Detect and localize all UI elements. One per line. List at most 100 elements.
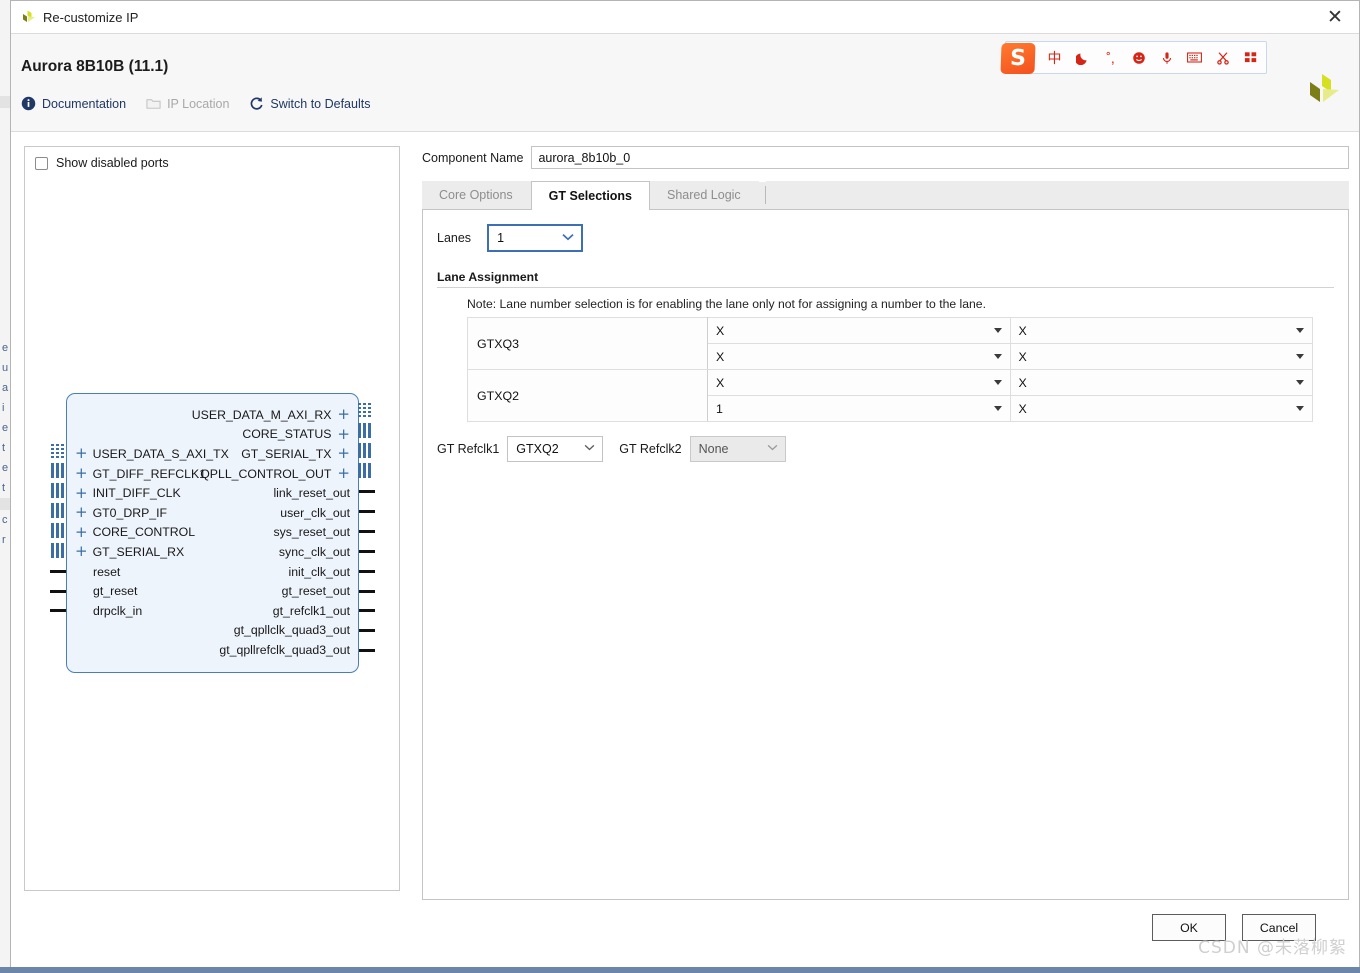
lane-cell[interactable]: X: [707, 317, 1011, 344]
lane-cell[interactable]: X: [1009, 343, 1313, 370]
documentation-link[interactable]: Documentation: [21, 96, 126, 111]
lane-select: X: [708, 370, 1010, 395]
port-left: + USER_DATA_S_AXI_TX: [75, 444, 229, 464]
page-title: Aurora 8B10B (11.1): [21, 58, 169, 75]
caret-down-icon: [993, 328, 1002, 333]
port-label: CORE_CONTROL: [92, 525, 196, 540]
xilinx-brand-logo-icon: [1301, 72, 1341, 108]
ip-symbol-block: USER_DATA_M_AXI_RX + CORE_STATUS + GT_SERI…: [66, 393, 359, 673]
lanes-value: 1: [497, 231, 505, 245]
gt-refclk1-select[interactable]: GTXQ2: [507, 436, 604, 462]
lane-value: X: [1018, 375, 1027, 390]
port-label: drpclk_in: [93, 603, 143, 618]
lane-value: X: [1018, 323, 1027, 338]
expand-plus-icon[interactable]: +: [337, 407, 350, 422]
tab-gt-selections[interactable]: GT Selections: [530, 181, 651, 210]
gt-refclk2-label: GT Refclk2: [619, 442, 682, 456]
port-label: INIT_DIFF_CLK: [92, 486, 181, 501]
bus-connector-stub: [358, 423, 373, 438]
sogou-logo-icon[interactable]: S: [1000, 43, 1036, 74]
pin-connector-stub: [359, 510, 375, 513]
expand-plus-icon[interactable]: +: [75, 446, 88, 461]
pin-connector-stub: [359, 530, 375, 533]
microphone-icon[interactable]: [1158, 49, 1175, 66]
scissors-icon[interactable]: [1214, 49, 1231, 66]
quad-name-cell: GTXQ3: [467, 317, 708, 370]
table-row: GTXQ2 X X: [467, 369, 1313, 422]
lane-cell[interactable]: X: [1009, 395, 1313, 422]
caret-down-icon: [993, 354, 1002, 359]
show-disabled-ports-label: Show disabled ports: [56, 156, 169, 170]
bus-connector-stub: [51, 523, 66, 538]
gt-selections-panel: Lanes 1 Lane Assignment Note: Lane numbe…: [422, 210, 1349, 900]
title-bar: Re-customize IP ✕: [11, 1, 1359, 34]
lane-value: X: [1018, 401, 1027, 416]
expand-plus-icon[interactable]: +: [75, 466, 88, 481]
port-label: link_reset_out: [273, 486, 350, 501]
checkbox-box[interactable]: [35, 156, 48, 170]
chinese-mode-icon[interactable]: 中: [1046, 49, 1063, 66]
port-right: CORE_STATUS +: [242, 425, 350, 445]
lane-select: X: [1011, 396, 1313, 421]
apps-grid-icon[interactable]: [1242, 49, 1259, 66]
lane-value: X: [716, 323, 725, 338]
caret-down-icon: [1296, 406, 1304, 411]
lane-assignment-table: GTXQ3 X X X X GTXQ2 X X 1 X: [467, 317, 1313, 422]
port-right: sync_clk_out: [279, 542, 350, 562]
pin-connector-stub: [359, 490, 375, 493]
lane-cell[interactable]: 1: [707, 395, 1011, 422]
lane-cell[interactable]: X: [707, 343, 1011, 370]
keyboard-icon[interactable]: [1186, 49, 1203, 66]
port-label: GT_DIFF_REFCLK1: [92, 466, 207, 481]
lane-select: 1: [708, 396, 1010, 421]
pin-connector-stub: [359, 550, 375, 553]
port-right: gt_refclk1_out: [273, 601, 350, 621]
lane-value: 1: [716, 401, 723, 416]
port-label: USER_DATA_M_AXI_RX: [191, 407, 332, 422]
tab-core-options[interactable]: Core Options: [422, 181, 531, 209]
bus-connector-stub: [358, 463, 373, 478]
lane-cell[interactable]: X: [1009, 369, 1313, 396]
lanes-row: Lanes 1: [437, 224, 1334, 252]
show-disabled-ports-checkbox[interactable]: Show disabled ports: [35, 156, 169, 170]
lane-select: X: [1011, 318, 1313, 343]
component-name-input[interactable]: aurora_8b10b_0: [531, 146, 1349, 169]
lanes-select[interactable]: 1: [487, 224, 584, 252]
lane-cell[interactable]: X: [707, 369, 1011, 396]
close-icon[interactable]: ✕: [1317, 2, 1353, 32]
port-label: CORE_STATUS: [242, 427, 332, 442]
quad-name-cell: GTXQ2: [467, 369, 708, 422]
port-label: sys_reset_out: [273, 525, 350, 540]
emoji-icon[interactable]: [1130, 49, 1147, 66]
lanes-label: Lanes: [437, 231, 472, 245]
moon-icon[interactable]: [1074, 49, 1091, 66]
gt-refclk2-select[interactable]: None: [689, 436, 786, 462]
refresh-icon: [249, 96, 264, 111]
window-title: Re-customize IP: [43, 9, 139, 25]
expand-plus-icon[interactable]: +: [75, 485, 88, 501]
expand-plus-icon[interactable]: +: [337, 426, 350, 442]
lane-cell[interactable]: X: [1009, 317, 1313, 344]
expand-plus-icon[interactable]: +: [75, 544, 88, 559]
port-right: init_clk_out: [288, 562, 350, 582]
switch-to-defaults-link[interactable]: Switch to Defaults: [249, 96, 370, 111]
port-label: gt_reset_out: [281, 584, 350, 599]
port-right: USER_DATA_M_AXI_RX +: [192, 405, 350, 425]
punctuation-icon[interactable]: ˚,: [1102, 49, 1119, 66]
tab-shared-logic[interactable]: Shared Logic: [650, 181, 759, 209]
expand-plus-icon[interactable]: +: [75, 505, 88, 520]
lane-assignment-note: Note: Lane number selection is for enabl…: [467, 297, 986, 311]
ime-floating-toolbar[interactable]: S 中 ˚,: [1000, 41, 1267, 74]
tab-strip: Core Options GT Selections Shared Logic: [422, 181, 1349, 210]
port-label: GT_SERIAL_TX: [241, 446, 332, 461]
expand-plus-icon[interactable]: +: [337, 466, 350, 481]
ip-location-link[interactable]: IP Location: [146, 96, 229, 111]
dialog-content: Show disabled ports USER_DATA_M_AXI_RX + …: [11, 132, 1359, 900]
lane-select: X: [1011, 344, 1313, 369]
caret-down-icon: [1296, 354, 1304, 359]
caret-down-icon: [1296, 380, 1304, 385]
expand-plus-icon[interactable]: +: [337, 446, 350, 461]
bus-connector-stub: [51, 463, 66, 478]
section-divider: [437, 287, 1334, 288]
expand-plus-icon[interactable]: +: [75, 524, 88, 540]
